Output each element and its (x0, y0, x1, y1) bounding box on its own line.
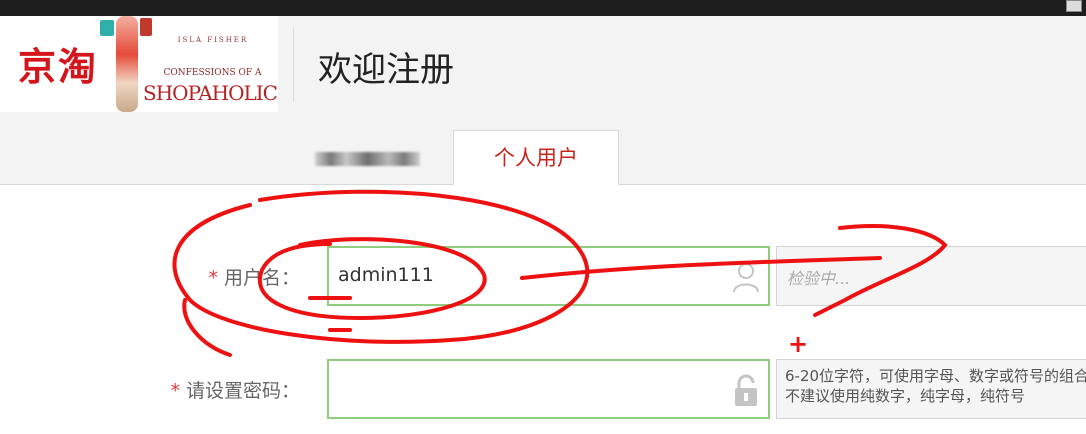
poster-figure-image (116, 16, 138, 112)
poster-author-text: ISLA FISHER (177, 36, 249, 44)
user-type-tabs: 个人用户 (0, 112, 1086, 185)
header-divider (293, 28, 294, 102)
username-label-text: 用户名： (223, 267, 300, 289)
site-logo[interactable]: 京淘 ISLA FISHER CONFESSIONS OF A SHOPAHOL… (0, 16, 278, 112)
password-hint-line1: 6-20位字符，可使用字母、数字或符号的组合 (785, 367, 1086, 385)
password-label: * 请设置密码： (170, 376, 300, 403)
username-hint-status: 检验中... (787, 269, 851, 288)
browser-top-bar (0, 0, 1086, 16)
password-label-text: 请设置密码： (185, 380, 300, 402)
shopping-bag-icon (140, 18, 152, 36)
required-mark: * (170, 380, 180, 402)
password-input[interactable] (327, 359, 770, 419)
username-hint-box: 检验中... (776, 246, 1086, 306)
tab-blurred[interactable] (315, 152, 420, 166)
page-title: 欢迎注册 (318, 50, 454, 90)
user-icon (733, 263, 759, 293)
username-input[interactable]: admin111 (327, 246, 770, 306)
shopping-bag-icon (100, 20, 114, 36)
password-hint-text: 6-20位字符，可使用字母、数字或符号的组合 不建议使用纯数字，纯字母，纯符号 (785, 366, 1086, 406)
required-mark: * (208, 267, 218, 289)
password-hint-line2: 不建议使用纯数字，纯字母，纯符号 (785, 387, 1026, 405)
tab-personal-user[interactable]: 个人用户 (453, 130, 619, 185)
site-header: 京淘 ISLA FISHER CONFESSIONS OF A SHOPAHOL… (0, 16, 1086, 112)
logo-brand-text: 京淘 (18, 44, 99, 89)
poster-subtitle: CONFESSIONS OF A (163, 68, 262, 78)
username-value: admin111 (338, 264, 434, 286)
lock-icon (735, 374, 757, 406)
password-hint-box: 6-20位字符，可使用字母、数字或符号的组合 不建议使用纯数字，纯字母，纯符号 (776, 359, 1086, 419)
username-label: * 用户名： (208, 263, 300, 290)
window-corner-icon (1066, 0, 1082, 12)
registration-form: * 用户名： admin111 检验中... * 请设置密码： 6-20位字符，… (0, 185, 1086, 434)
poster-title: SHOPAHOLIC (143, 81, 278, 105)
